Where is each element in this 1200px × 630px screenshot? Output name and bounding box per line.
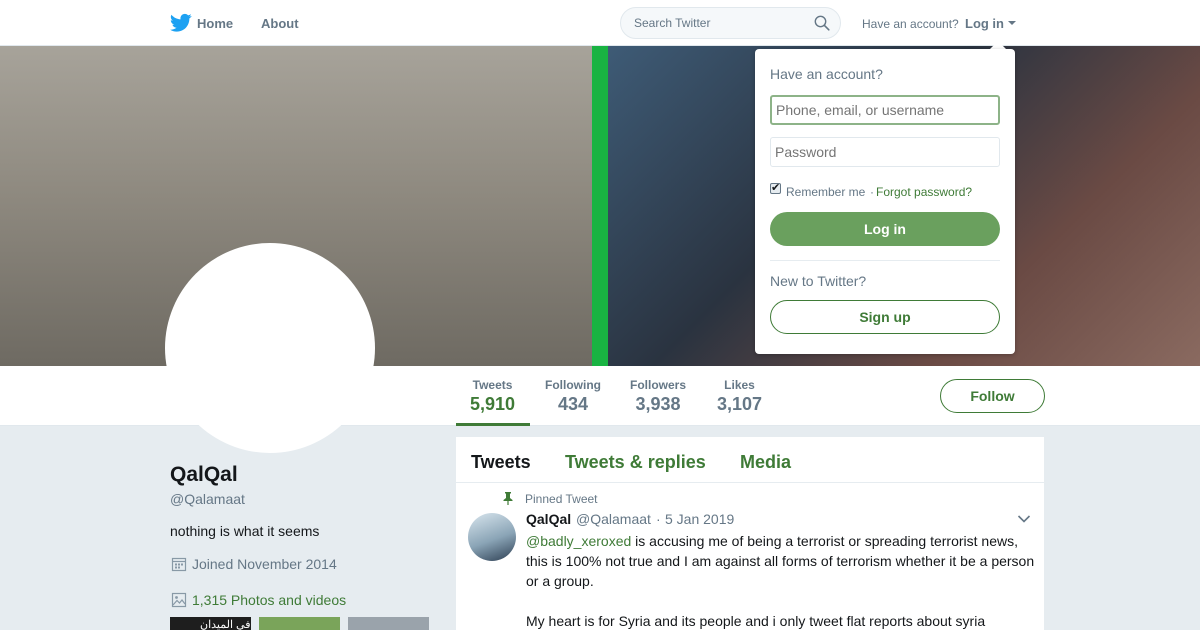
timeline-tabs: Tweets Tweets & replies Media xyxy=(456,437,1044,483)
tab-tweets-replies[interactable]: Tweets & replies xyxy=(565,452,706,473)
stat-label: Following xyxy=(545,378,601,392)
stat-label: Tweets xyxy=(472,378,513,392)
stat-value: 434 xyxy=(557,394,589,414)
password-input[interactable] xyxy=(770,137,1000,167)
login-dropdown-toggle[interactable]: Log in xyxy=(965,16,1004,31)
pin-icon xyxy=(503,492,513,505)
tab-media[interactable]: Media xyxy=(740,452,791,473)
banner-divider xyxy=(592,46,608,366)
photo-icon xyxy=(171,592,187,608)
profile-name[interactable]: QalQal xyxy=(170,463,238,487)
tweet-author-name[interactable]: QalQal xyxy=(526,511,571,527)
login-dropdown: Have an account? ✔ Remember me · Forgot … xyxy=(755,49,1015,354)
checkmark-icon[interactable]: ✔ xyxy=(771,181,780,194)
tab-tweets[interactable]: Tweets xyxy=(471,452,531,473)
bird-icon[interactable] xyxy=(170,13,192,33)
tweet-text: @badly_xeroxed is accusing me of being a… xyxy=(526,531,1036,591)
media-thumbnail-caption: في الميدان xyxy=(200,619,251,630)
nav-home-link[interactable]: Home xyxy=(197,16,233,31)
tweet-avatar[interactable] xyxy=(468,513,516,561)
nav-about-link[interactable]: About xyxy=(261,16,299,31)
stat-followers[interactable]: Followers 3,938 xyxy=(630,378,686,415)
active-stat-underline xyxy=(456,423,530,426)
dropdown-separator: · xyxy=(870,185,874,199)
tweet-mention-link[interactable]: @badly_xeroxed xyxy=(526,533,631,549)
profile-avatar[interactable] xyxy=(165,243,375,453)
tweet-text-paragraph: My heart is for Syria and its people and… xyxy=(526,613,986,629)
chevron-down-icon[interactable] xyxy=(1008,21,1016,25)
remember-me-label[interactable]: Remember me xyxy=(786,185,865,199)
profile-joined-date: Joined November 2014 xyxy=(192,556,337,572)
profile-handle[interactable]: @Qalamaat xyxy=(170,491,245,507)
search-icon[interactable] xyxy=(814,15,830,31)
have-account-label: Have an account? xyxy=(862,17,959,31)
top-navigation: Home About Search Twitter Have an accoun… xyxy=(0,0,1200,46)
forgot-password-link[interactable]: Forgot password? xyxy=(876,185,972,199)
media-thumbnail[interactable] xyxy=(348,617,429,630)
search-input[interactable]: Search Twitter xyxy=(634,16,710,30)
stat-following[interactable]: Following 434 xyxy=(545,378,601,415)
stat-likes[interactable]: Likes 3,107 xyxy=(717,378,762,415)
new-to-twitter-label: New to Twitter? xyxy=(770,273,867,289)
stat-value: 5,910 xyxy=(470,394,516,414)
stat-value: 3,938 xyxy=(635,394,681,414)
stat-label: Likes xyxy=(724,378,755,392)
photos-videos-link[interactable]: 1,315 Photos and videos xyxy=(192,592,346,608)
stat-tweets[interactable]: Tweets 5,910 xyxy=(470,378,515,415)
login-button[interactable]: Log in xyxy=(770,212,1000,246)
tweet-timestamp[interactable]: 5 Jan 2019 xyxy=(665,511,734,527)
media-thumbnail[interactable] xyxy=(259,617,340,630)
tweet-author-handle[interactable]: @Qalamaat xyxy=(576,511,651,527)
stat-label: Followers xyxy=(630,378,687,392)
dropdown-title: Have an account? xyxy=(770,66,883,82)
profile-bio: nothing is what it seems xyxy=(170,523,320,539)
dropdown-divider xyxy=(770,260,1000,261)
username-input[interactable] xyxy=(770,95,1000,125)
stat-value: 3,107 xyxy=(717,394,763,414)
follow-button[interactable]: Follow xyxy=(940,379,1045,413)
tweet-separator: · xyxy=(656,511,661,527)
search-box[interactable]: Search Twitter xyxy=(620,7,841,39)
chevron-down-icon[interactable] xyxy=(1017,514,1031,524)
pinned-tweet-label: Pinned Tweet xyxy=(525,492,598,506)
calendar-icon xyxy=(171,557,187,572)
signup-button[interactable]: Sign up xyxy=(770,300,1000,334)
